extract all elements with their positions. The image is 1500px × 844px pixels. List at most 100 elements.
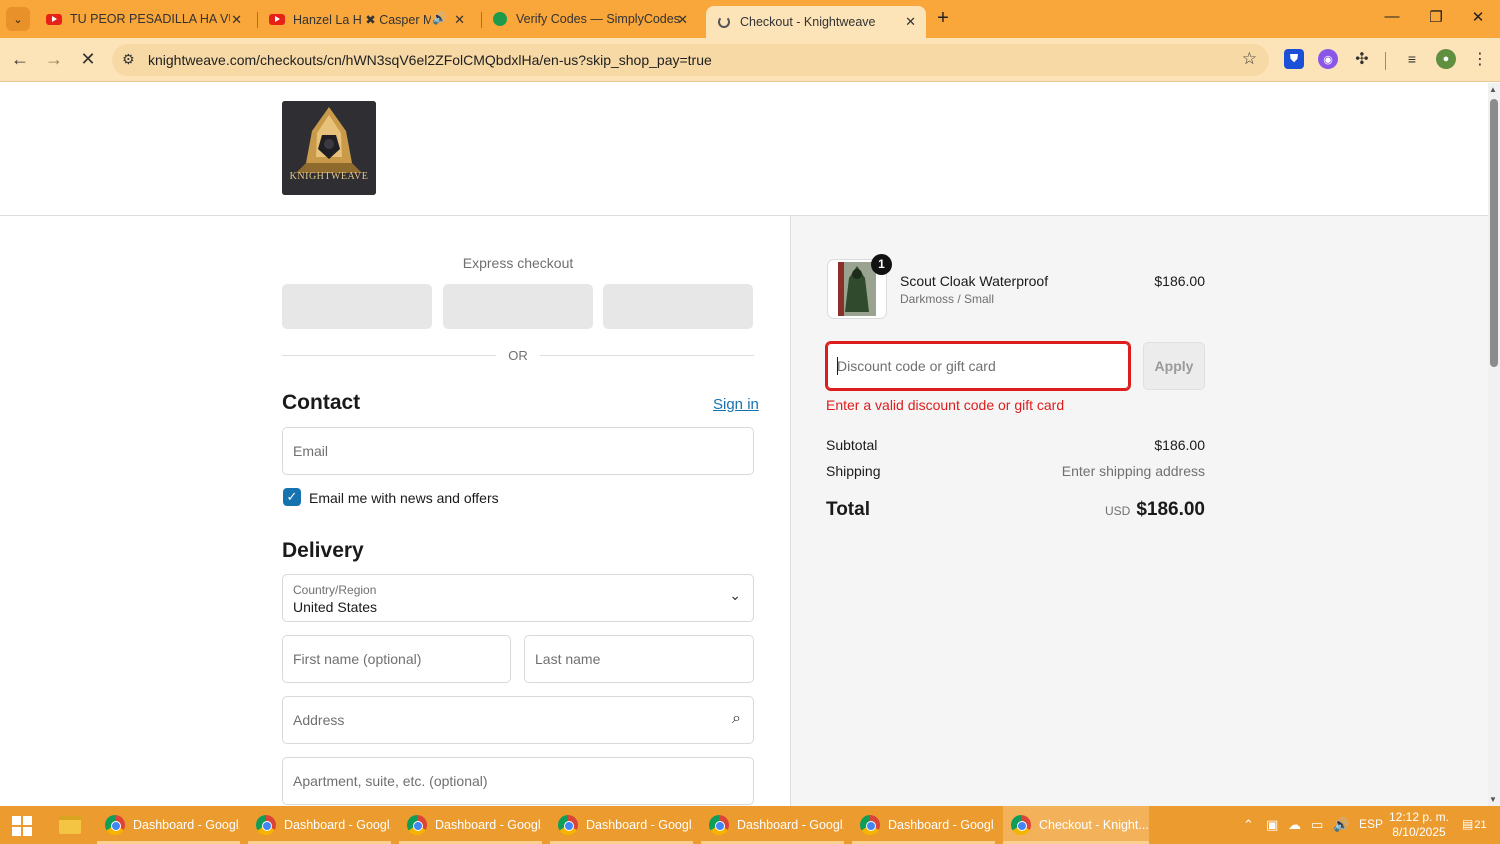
notification-count: 21 (1474, 819, 1487, 831)
country-select[interactable]: Country/Region United States ⌄ (282, 574, 754, 622)
scroll-down-icon[interactable]: ▼ (1489, 795, 1497, 804)
subtotal-label: Subtotal (826, 437, 878, 453)
browser-toolbar: ← → ✕ ⚙ knightweave.com/checkouts/cn/hWN… (0, 38, 1500, 82)
tab-youtube-2[interactable]: Hanzel La H ✖ Casper Mágico 🔊 ✕ (259, 4, 475, 34)
shipping-value: Enter shipping address (1061, 463, 1205, 479)
store-logo[interactable]: KNIGHTWEAVE (282, 101, 376, 195)
news-offers-label: Email me with news and offers (309, 490, 499, 506)
chrome-icon (256, 815, 276, 835)
taskbar-app-title: Dashboard - Googl... (435, 818, 542, 832)
extension-purple-icon[interactable]: ◉ (1318, 49, 1338, 69)
tray-device-icon[interactable]: ▣ (1266, 817, 1278, 833)
tab-youtube-1[interactable]: TU PEOR PESADILLA HA VUELTO ✕ (36, 4, 252, 34)
close-icon[interactable]: ✕ (677, 12, 688, 28)
express-pay-button-3[interactable] (603, 284, 753, 329)
site-info-icon[interactable]: ⚙ (122, 51, 135, 68)
extensions-puzzle-icon[interactable]: ✣ (1352, 49, 1372, 69)
windows-taskbar: Dashboard - Googl... Dashboard - Googl..… (0, 806, 1500, 844)
tab-checkout[interactable]: Checkout - Knightweave ✕ (706, 6, 926, 38)
address-field[interactable]: Address ⌕ (282, 696, 754, 744)
taskbar-app-1[interactable]: Dashboard - Googl... (97, 806, 240, 844)
or-divider-text: OR (508, 348, 528, 363)
tab-title: Checkout - Knightweave (740, 15, 876, 29)
youtube-icon (269, 11, 285, 27)
news-offers-checkbox[interactable]: ✓ (283, 488, 301, 506)
windows-start-icon[interactable] (12, 816, 32, 836)
input-language[interactable]: ESP (1359, 817, 1383, 831)
email-field[interactable]: Email (282, 427, 754, 475)
apartment-placeholder: Apartment, suite, etc. (optional) (293, 773, 488, 789)
apartment-field[interactable]: Apartment, suite, etc. (optional) (282, 757, 754, 805)
delivery-heading: Delivery (282, 539, 364, 562)
browser-menu-icon[interactable]: ⋮ (1470, 49, 1490, 69)
media-queue-icon[interactable]: ≡ (1402, 49, 1422, 69)
address-bar[interactable]: ⚙ knightweave.com/checkouts/cn/hWN3sqV6e… (112, 44, 1269, 76)
page-scrollbar[interactable]: ▲ ▼ (1488, 83, 1500, 806)
scroll-up-icon[interactable]: ▲ (1489, 85, 1497, 94)
contact-heading: Contact (282, 391, 361, 414)
express-pay-button-1[interactable] (282, 284, 432, 329)
chevron-down-icon: ⌄ (13, 13, 23, 26)
taskbar-app-active[interactable]: Checkout - Knight... (1003, 806, 1149, 844)
close-icon[interactable]: ✕ (231, 12, 242, 28)
tab-search-button[interactable]: ⌄ (6, 7, 30, 31)
file-explorer-icon[interactable] (59, 816, 81, 834)
first-name-field[interactable]: First name (optional) (282, 635, 511, 683)
taskbar-app-title: Dashboard - Googl... (737, 818, 844, 832)
last-name-placeholder: Last name (535, 651, 601, 667)
discount-error-message: Enter a valid discount code or gift card (826, 397, 1065, 413)
product-variant: Darkmoss / Small (900, 292, 995, 306)
minimize-icon[interactable]: — (1382, 8, 1402, 25)
apply-button[interactable]: Apply (1143, 342, 1205, 390)
scrollbar-thumb[interactable] (1490, 99, 1498, 367)
tab-separator (257, 12, 258, 28)
taskbar-app-title: Checkout - Knight... (1039, 818, 1149, 832)
shipping-label: Shipping (826, 463, 881, 479)
show-hidden-icons-chevron[interactable]: ⌃ (1243, 817, 1254, 833)
sign-in-link[interactable]: Sign in (713, 396, 759, 413)
tab-simplycodes[interactable]: Verify Codes — SimplyCodes ✕ (482, 4, 698, 34)
youtube-icon (46, 11, 62, 27)
taskbar-app-2[interactable]: Dashboard - Googl... (248, 806, 391, 844)
tab-title: Hanzel La H ✖ Casper Mágico (293, 12, 431, 27)
bitwarden-shield-icon[interactable]: ⛊ (1284, 49, 1304, 69)
tab-title: Verify Codes — SimplyCodes (516, 12, 680, 26)
product-name: Scout Cloak Waterproof (900, 273, 1049, 289)
stop-loading-button[interactable]: ✕ (76, 48, 100, 72)
taskbar-app-6[interactable]: Dashboard - Googl... (852, 806, 995, 844)
profile-avatar[interactable]: ● (1436, 49, 1456, 69)
close-icon[interactable]: ✕ (905, 14, 916, 30)
subtotal-value: $186.00 (1154, 437, 1205, 453)
system-clock[interactable]: 12:12 p. m. 8/10/2025 (1388, 810, 1450, 840)
notification-center-icon[interactable]: ▤21 (1462, 817, 1487, 831)
chrome-icon (558, 815, 578, 835)
taskbar-app-3[interactable]: Dashboard - Googl... (399, 806, 542, 844)
first-name-placeholder: First name (optional) (293, 651, 422, 667)
close-icon[interactable]: ✕ (454, 12, 465, 28)
chrome-icon (407, 815, 427, 835)
taskbar-app-4[interactable]: Dashboard - Googl... (550, 806, 693, 844)
new-tab-button[interactable]: + (932, 8, 954, 30)
discount-placeholder: Discount code or gift card (837, 358, 996, 374)
tab-strip: ⌄ TU PEOR PESADILLA HA VUELTO ✕ Hanzel L… (0, 0, 1500, 38)
taskbar-app-title: Dashboard - Googl... (133, 818, 240, 832)
network-icon[interactable]: ▭ (1311, 817, 1323, 833)
last-name-field[interactable]: Last name (524, 635, 754, 683)
discount-code-input[interactable]: Discount code or gift card (825, 341, 1131, 391)
back-button[interactable]: ← (8, 48, 32, 72)
forward-button[interactable]: → (42, 48, 66, 72)
bookmark-star-icon[interactable]: ☆ (1242, 49, 1257, 69)
volume-icon[interactable]: 🔊 (1333, 817, 1349, 833)
taskbar-app-5[interactable]: Dashboard - Googl... (701, 806, 844, 844)
onedrive-cloud-icon[interactable]: ☁ (1288, 817, 1301, 833)
quantity-badge: 1 (871, 254, 892, 275)
url-text[interactable]: knightweave.com/checkouts/cn/hWN3sqV6el2… (148, 52, 712, 68)
toolbar-divider (1385, 52, 1386, 70)
speaker-icon[interactable]: 🔊 (432, 11, 447, 25)
window-close-icon[interactable]: ✕ (1468, 8, 1488, 26)
chrome-icon (105, 815, 125, 835)
express-pay-button-2[interactable] (443, 284, 593, 329)
chrome-icon (709, 815, 729, 835)
restore-icon[interactable]: ❐ (1426, 8, 1446, 26)
clock-date: 8/10/2025 (1392, 825, 1446, 839)
